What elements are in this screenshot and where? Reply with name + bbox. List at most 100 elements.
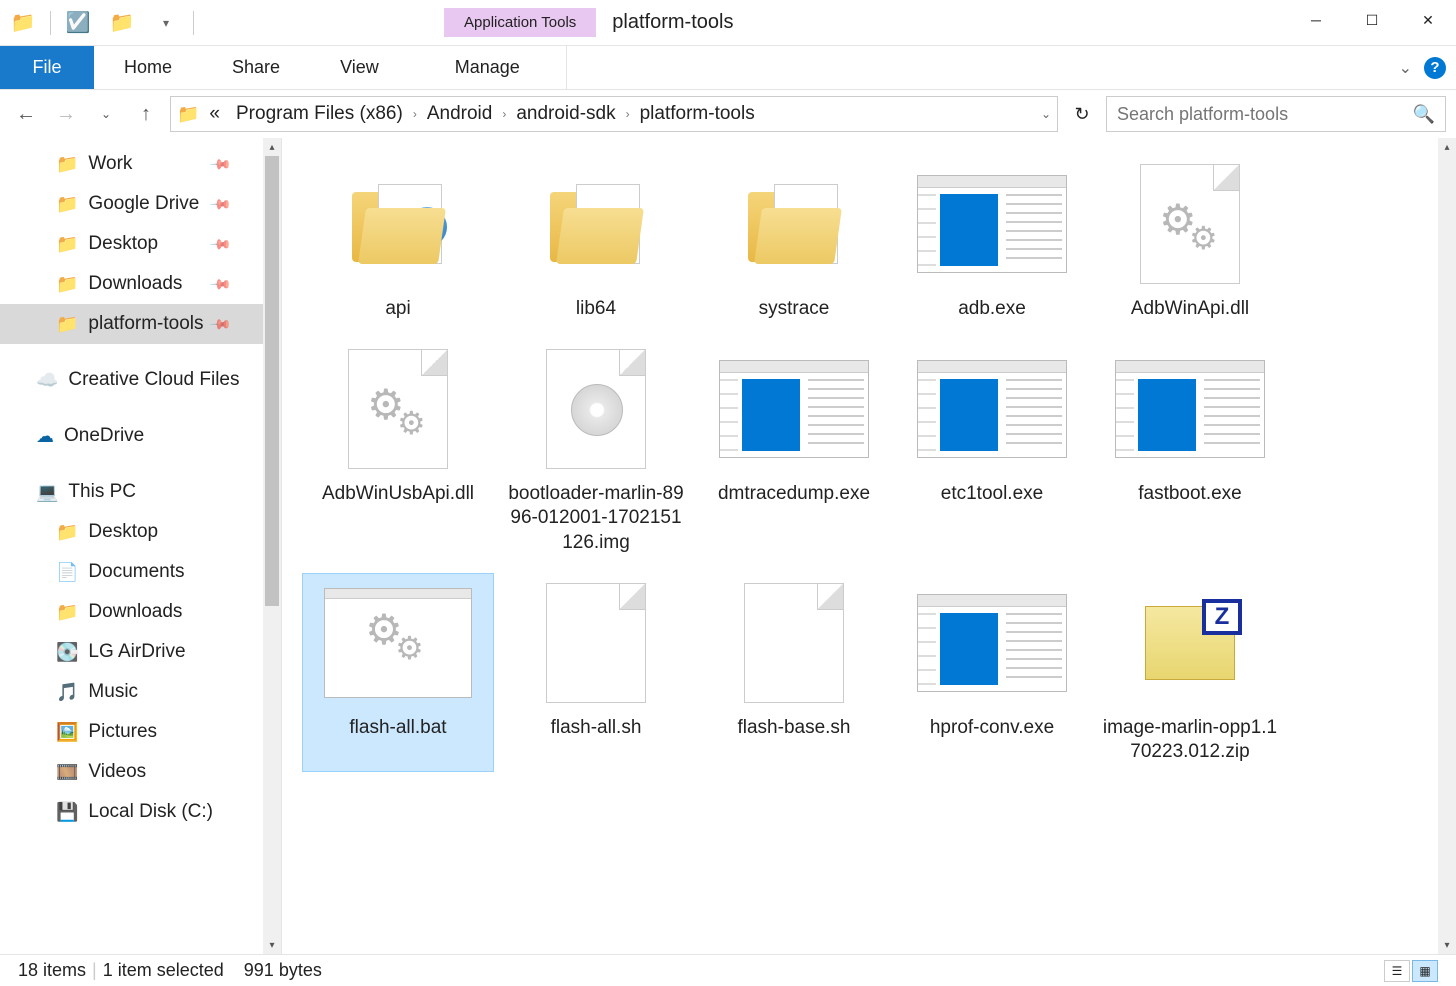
properties-icon[interactable]: ☑️ bbox=[61, 6, 95, 40]
tab-file[interactable]: File bbox=[0, 46, 94, 89]
scroll-down-icon[interactable]: ▾ bbox=[1438, 936, 1456, 954]
breadcrumb-android[interactable]: Android bbox=[421, 103, 499, 125]
label: Google Drive bbox=[88, 193, 199, 215]
item-label: bootloader-marlin-8996-012001-1702151126… bbox=[507, 482, 685, 556]
window-controls: ─ ☐ ✕ bbox=[1288, 0, 1456, 40]
navigation-bar: ← → ⌄ ↑ 📁 « Program Files (x86) › Androi… bbox=[0, 90, 1456, 138]
label: Desktop bbox=[88, 521, 158, 543]
file-image-marlin-zip[interactable]: Z image-marlin-opp1.170223.012.zip bbox=[1094, 573, 1286, 772]
sidebar-item-this-pc[interactable]: 💻This PC bbox=[0, 472, 263, 512]
sidebar-item-desktop[interactable]: 📁Desktop bbox=[0, 224, 263, 264]
folder-icon[interactable]: 📁 bbox=[6, 6, 40, 40]
file-adbwinusbapi-dll[interactable]: ⚙ AdbWinUsbApi.dll bbox=[302, 339, 494, 563]
separator bbox=[193, 11, 194, 35]
breadcrumb-program-files[interactable]: Program Files (x86) bbox=[230, 103, 409, 125]
navigation-pane: 📁Work 📁Google Drive 📁Desktop 📁Downloads … bbox=[0, 138, 282, 954]
help-icon[interactable]: ? bbox=[1424, 57, 1446, 79]
tab-manage[interactable]: Manage bbox=[409, 46, 567, 89]
sidebar-item-google-drive[interactable]: 📁Google Drive bbox=[0, 184, 263, 224]
folder-systrace[interactable]: systrace bbox=[698, 154, 890, 329]
item-label: AdbWinUsbApi.dll bbox=[322, 482, 474, 507]
file-dmtracedump-exe[interactable]: dmtracedump.exe bbox=[698, 339, 890, 563]
close-button[interactable]: ✕ bbox=[1400, 0, 1456, 40]
context-tab-application-tools[interactable]: Application Tools bbox=[444, 8, 596, 37]
folder-lib64[interactable]: lib64 bbox=[500, 154, 692, 329]
scroll-thumb[interactable] bbox=[265, 156, 279, 606]
maximize-button[interactable]: ☐ bbox=[1344, 0, 1400, 40]
label: platform-tools bbox=[88, 313, 203, 335]
file-flash-all-sh[interactable]: flash-all.sh bbox=[500, 573, 692, 772]
refresh-button[interactable]: ↻ bbox=[1066, 98, 1098, 130]
qat-customize-icon[interactable]: ▾ bbox=[149, 6, 183, 40]
sidebar-item-pc-downloads[interactable]: 📁Downloads bbox=[0, 592, 263, 632]
folder-icon: 📁 bbox=[56, 154, 78, 175]
file-adbwinapi-dll[interactable]: ⚙ AdbWinApi.dll bbox=[1094, 154, 1286, 329]
forward-button[interactable]: → bbox=[50, 98, 82, 130]
recent-locations-button[interactable]: ⌄ bbox=[90, 98, 122, 130]
breadcrumb-prefix: « bbox=[203, 103, 226, 125]
sidebar-item-pc-desktop[interactable]: 📁Desktop bbox=[0, 512, 263, 552]
label: Documents bbox=[88, 561, 184, 583]
search-box[interactable]: 🔍 bbox=[1106, 96, 1446, 132]
sidebar-item-onedrive[interactable]: ☁OneDrive bbox=[0, 416, 263, 456]
sidebar-item-platform-tools[interactable]: 📁 platform-tools bbox=[0, 304, 263, 344]
sidebar-item-creative-cloud[interactable]: ☁️Creative Cloud Files bbox=[0, 360, 263, 400]
titlebar: 📁 ☑️ 📁 ▾ Application Tools platform-tool… bbox=[0, 0, 1456, 46]
label: This PC bbox=[68, 481, 136, 503]
chevron-right-icon[interactable]: › bbox=[413, 107, 417, 121]
address-bar[interactable]: 📁 « Program Files (x86) › Android › andr… bbox=[170, 96, 1058, 132]
breadcrumb-android-sdk[interactable]: android-sdk bbox=[510, 103, 621, 125]
minimize-button[interactable]: ─ bbox=[1288, 0, 1344, 40]
folder-icon: 📁 bbox=[56, 314, 78, 335]
sidebar-item-pc-music[interactable]: 🎵 Music bbox=[0, 672, 263, 712]
tab-share[interactable]: Share bbox=[202, 46, 310, 89]
file-flash-all-bat[interactable]: ⚙ flash-all.bat bbox=[302, 573, 494, 772]
back-button[interactable]: ← bbox=[10, 98, 42, 130]
sidebar-item-downloads[interactable]: 📁Downloads bbox=[0, 264, 263, 304]
sidebar-item-pc-pictures[interactable]: 🖼️Pictures bbox=[0, 712, 263, 752]
chevron-right-icon[interactable]: › bbox=[502, 107, 506, 121]
file-adb-exe[interactable]: adb.exe bbox=[896, 154, 1088, 329]
file-hprof-conv-exe[interactable]: hprof-conv.exe bbox=[896, 573, 1088, 772]
music-icon: 🎵 bbox=[56, 682, 78, 703]
item-label: image-marlin-opp1.170223.012.zip bbox=[1101, 716, 1279, 765]
chevron-right-icon[interactable]: › bbox=[626, 107, 630, 121]
folder-api[interactable]: api bbox=[302, 154, 494, 329]
tab-view[interactable]: View bbox=[310, 46, 409, 89]
label: Music bbox=[88, 681, 138, 703]
expand-ribbon-icon[interactable]: ⌄ bbox=[1399, 58, 1412, 78]
file-bootloader-img[interactable]: bootloader-marlin-8996-012001-1702151126… bbox=[500, 339, 692, 563]
disk-icon: 💾 bbox=[56, 802, 78, 823]
search-icon[interactable]: 🔍 bbox=[1413, 104, 1435, 125]
details-view-button[interactable]: ☰ bbox=[1384, 960, 1410, 982]
item-label: flash-base.sh bbox=[737, 716, 850, 741]
downloads-icon: 📁 bbox=[56, 274, 78, 295]
new-folder-icon[interactable]: 📁 bbox=[105, 6, 139, 40]
scroll-up-icon[interactable]: ▴ bbox=[1438, 138, 1456, 156]
item-label: lib64 bbox=[576, 297, 616, 322]
sidebar-item-work[interactable]: 📁Work bbox=[0, 144, 263, 184]
sidebar-item-pc-videos[interactable]: 🎞️Videos bbox=[0, 752, 263, 792]
sidebar-item-lg-airdrive[interactable]: 💽LG AirDrive bbox=[0, 632, 263, 672]
large-icons-view-button[interactable]: ▦ bbox=[1412, 960, 1438, 982]
scroll-down-icon[interactable]: ▾ bbox=[263, 936, 281, 954]
content-scrollbar[interactable]: ▴ ▾ bbox=[1438, 138, 1456, 954]
sidebar-item-local-disk-c[interactable]: 💾Local Disk (C:) bbox=[0, 792, 263, 832]
tree: 📁Work 📁Google Drive 📁Desktop 📁Downloads … bbox=[0, 138, 263, 954]
scroll-up-icon[interactable]: ▴ bbox=[263, 138, 281, 156]
sidebar-item-pc-documents[interactable]: 📄 Documents bbox=[0, 552, 263, 592]
videos-icon: 🎞️ bbox=[56, 762, 78, 783]
sidebar-scrollbar[interactable]: ▴ ▾ bbox=[263, 138, 281, 954]
documents-icon: 📄 bbox=[56, 562, 78, 583]
quick-access-toolbar: 📁 ☑️ 📁 ▾ bbox=[0, 6, 194, 40]
address-dropdown-icon[interactable]: ⌄ bbox=[1041, 107, 1051, 121]
tab-home[interactable]: Home bbox=[94, 46, 202, 89]
file-fastboot-exe[interactable]: fastboot.exe bbox=[1094, 339, 1286, 563]
up-button[interactable]: ↑ bbox=[130, 98, 162, 130]
file-flash-base-sh[interactable]: flash-base.sh bbox=[698, 573, 890, 772]
search-input[interactable] bbox=[1117, 104, 1413, 125]
file-list[interactable]: api lib64 systrace adb.exe ⚙ AdbWinApi.d… bbox=[282, 138, 1438, 954]
separator bbox=[50, 11, 51, 35]
breadcrumb-platform-tools[interactable]: platform-tools bbox=[634, 103, 761, 125]
file-etc1tool-exe[interactable]: etc1tool.exe bbox=[896, 339, 1088, 563]
